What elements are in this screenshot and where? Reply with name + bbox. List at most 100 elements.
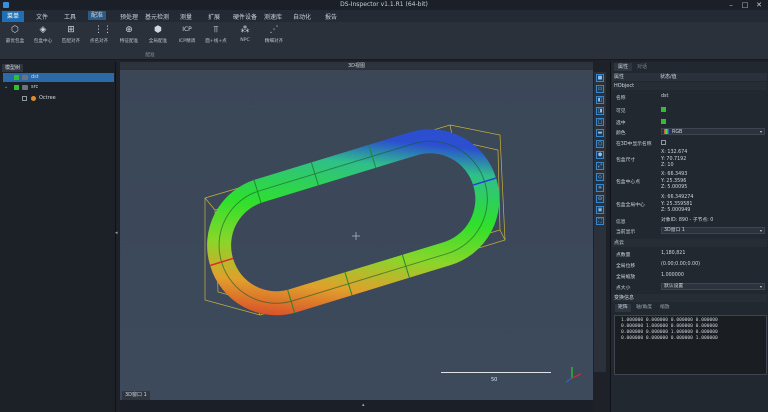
prop-key: 点大小 [616, 286, 631, 291]
box-icon: ⬡ [11, 25, 19, 35]
prop-key: 颜色 [616, 131, 626, 136]
menu-tools[interactable]: 工具 [64, 12, 76, 21]
tree-item-dst[interactable]: dst [3, 73, 114, 82]
icp-button[interactable]: ICP ICP精调 [172, 25, 202, 51]
npc-button[interactable]: ⁂ NPC [230, 25, 260, 51]
point-cloud-render[interactable] [120, 70, 593, 402]
crosshair-icon [352, 232, 360, 240]
menu-report[interactable]: 报告 [325, 12, 337, 21]
model-tree-tab[interactable]: 模型树 [2, 64, 24, 72]
menu-measure[interactable]: 测量 [180, 12, 192, 21]
prop-key: 选中 [616, 121, 626, 126]
point-cloud-ring [207, 129, 500, 316]
axis-gizmo-icon [565, 367, 582, 383]
menu-preprocess[interactable]: 预处理 [120, 12, 138, 21]
menu-file[interactable]: 文件 [36, 12, 48, 21]
prop-value: 1.000000 [661, 273, 684, 278]
prop-key: 在3D中显示名称 [616, 142, 652, 147]
tab-properties[interactable]: 属性 [614, 63, 633, 71]
header-value: 状态/值 [660, 74, 677, 80]
npc-label: NPC [240, 38, 250, 43]
fine-align-button[interactable]: ⋰ 精细对齐 [259, 25, 289, 51]
section-cloud: 点云 [612, 239, 767, 247]
view-top-icon[interactable]: ▭ [596, 85, 604, 93]
properties-header: 属性 状态/值 [612, 73, 767, 81]
menu-registration[interactable]: 配准 [88, 11, 107, 20]
rgb-swatch-icon [664, 129, 669, 134]
display-dropdown[interactable]: 3D窗口 1 ▾ [661, 227, 765, 234]
tree-item-octree[interactable]: Octree [3, 94, 114, 103]
expand-caret-icon[interactable]: ⌄ [4, 83, 8, 92]
view-right-icon[interactable]: ◨ [596, 107, 604, 115]
show-name-checkbox[interactable] [661, 140, 666, 145]
maximize-icon[interactable]: □ [738, 0, 752, 10]
fullscreen-icon[interactable]: ⛶ [596, 217, 604, 225]
feature-registration-icon: ⊕ [125, 25, 133, 35]
prop-key: 信息 [616, 220, 626, 225]
color-value: RGB [672, 130, 683, 135]
global-registration-button[interactable]: ⬢ 全局配准 [143, 25, 173, 51]
view-left-icon[interactable]: ◧ [596, 96, 604, 104]
menu-extensions[interactable]: 扩展 [208, 12, 220, 21]
point-size-dropdown[interactable]: 默认设置 ▾ [661, 283, 765, 290]
color-dropdown[interactable]: RGB ▾ [661, 128, 765, 135]
best-box-button[interactable]: ⬡ 最优包盒 [0, 25, 30, 51]
menu-primitive-detection[interactable]: 基元检测 [145, 12, 169, 21]
point-align-icon: ⋮⋮ [94, 25, 112, 35]
minimize-icon[interactable]: – [724, 0, 738, 10]
prop-key: 点数量 [616, 253, 631, 258]
view-back-icon[interactable]: □ [596, 118, 604, 126]
plane-line-point-button[interactable]: ⫪ 面+线+点 [201, 25, 231, 51]
prop-value: dst [661, 94, 669, 99]
pick-center-icon[interactable]: ⊙ [596, 195, 604, 203]
tree-item-src[interactable]: ⌄ src [3, 83, 114, 92]
tab-axis-angle[interactable]: 轴/角度 [633, 304, 655, 312]
zoom-fit-icon[interactable]: ⤢ [596, 162, 604, 170]
transform-matrix-text[interactable]: 1.000000 0.000000 0.000000 0.000000 0.00… [614, 315, 767, 375]
menu-speed-library[interactable]: 测速库 [264, 12, 282, 21]
feature-registration-button[interactable]: ⊕ 特征配准 [114, 25, 144, 51]
prop-value: X: 132.674 Y: 70.7192 Z: 10 [661, 150, 688, 168]
close-icon[interactable]: ✕ [752, 0, 766, 10]
box-center-button[interactable]: ◈ 包盒中心 [28, 25, 58, 51]
octree-visible-checkbox[interactable] [22, 96, 27, 101]
global-registration-icon: ⬢ [154, 25, 162, 35]
view-toolbar: ■ ▭ ◧ ◨ □ ▬ ⬡ ⬢ ⤢ ◇ ☀ ⊙ ▣ ⛶ [594, 72, 606, 372]
ribbon-group-label: 配准 [145, 53, 155, 58]
ribbon-toolbar: ⬡ 最优包盒 ◈ 包盒中心 ⊞ 匹配对齐 ⋮⋮ 点名对齐 ⊕ 特征配准 ⬢ 全局… [0, 22, 768, 60]
viewport-tab[interactable]: 3D窗口 1 [122, 391, 150, 400]
perspective-icon[interactable]: ◇ [596, 173, 604, 181]
chevron-down-icon: ▾ [759, 284, 762, 289]
model-tree-panel: 模型树 dst ⌄ src Octree [0, 62, 116, 412]
view-iso-icon[interactable]: ⬡ [596, 140, 604, 148]
view-front-icon[interactable]: ■ [596, 74, 604, 82]
fine-align-label: 精细对齐 [264, 39, 284, 44]
viewport-title: 3D视图 [120, 62, 593, 70]
point-align-button[interactable]: ⋮⋮ 点名对齐 [84, 25, 114, 51]
main-menu-button[interactable]: 菜单 [2, 11, 24, 22]
collapse-bottom-icon[interactable]: ▴ [362, 402, 365, 408]
selected-checkbox[interactable] [661, 119, 666, 124]
npc-icon: ⁂ [240, 25, 250, 35]
lighting-icon[interactable]: ☀ [596, 184, 604, 192]
tab-matrix[interactable]: 矩阵 [615, 304, 631, 312]
icp-label: ICP精调 [178, 39, 196, 44]
tab-dialog[interactable]: 对话 [633, 63, 651, 71]
dst-visible-checkbox[interactable] [14, 75, 19, 80]
src-visible-checkbox[interactable] [14, 85, 19, 90]
3d-viewport[interactable]: 3D视图 50 [120, 62, 593, 402]
view-iso2-icon[interactable]: ⬢ [596, 151, 604, 159]
tab-scale[interactable]: 缩放 [657, 304, 673, 312]
tree-item-label: Octree [39, 95, 56, 101]
menu-automation[interactable]: 自动化 [293, 12, 311, 21]
match-align-button[interactable]: ⊞ 匹配对齐 [56, 25, 86, 51]
cloud-icon [22, 75, 28, 80]
prop-key: 包盒尺寸 [616, 158, 636, 163]
visible-checkbox[interactable] [661, 107, 666, 112]
view-bottom-icon[interactable]: ▬ [596, 129, 604, 137]
box-center-label: 包盒中心 [33, 39, 53, 44]
collapse-left-panel-icon[interactable]: ◂ [115, 230, 119, 236]
menu-hardware[interactable]: 硬件设备 [233, 12, 257, 21]
prop-box-size: 包盒尺寸 X: 132.674 Y: 70.7192 Z: 10 [613, 150, 767, 170]
screenshot-icon[interactable]: ▣ [596, 206, 604, 214]
